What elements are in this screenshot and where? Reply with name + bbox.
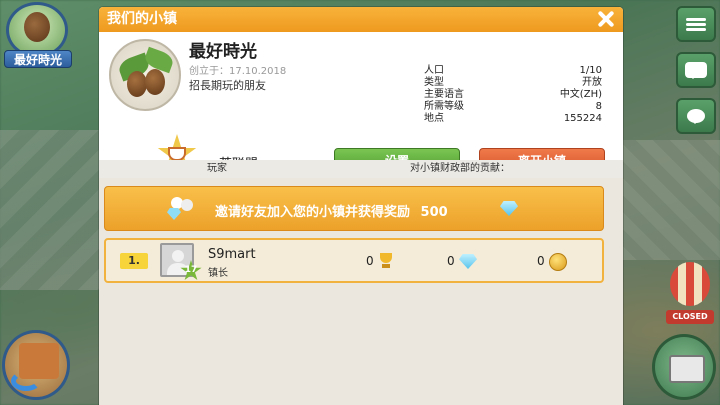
town-badge-label: 最好時光 xyxy=(4,50,72,68)
stat-label: 所需等级 xyxy=(424,101,464,112)
rotate-arrow-icon xyxy=(11,371,41,391)
invite-text: 邀请好友加入您的小镇并获得奖励 xyxy=(215,205,411,220)
created-label: 创立于： xyxy=(189,66,229,77)
stat-value: 开放 xyxy=(582,77,602,88)
house-build-button[interactable] xyxy=(2,330,70,400)
stat-row-required-level: 所需等级 8 xyxy=(424,101,602,113)
background-road xyxy=(0,130,110,290)
member-name: S9mart xyxy=(208,247,256,262)
gem-count: 0 xyxy=(447,254,455,268)
dialog-title-bar: 我们的小镇 xyxy=(99,7,623,32)
gem-icon xyxy=(459,254,477,269)
chat-bubble-icon xyxy=(685,62,707,79)
invite-text-wrap: 邀请好友加入您的小镇并获得奖励 500 xyxy=(215,201,448,220)
contribution-column-header: 对小镇财政部的贡献： xyxy=(410,163,510,174)
dialog-title: 我们的小镇 xyxy=(107,11,177,27)
trophy-count: 0 xyxy=(366,254,374,268)
town-dialog: 我们的小镇 最好時光 创立于：17.10.2018 招長期玩的朋友 人口 1/10… xyxy=(99,7,623,405)
town-emblem xyxy=(109,39,181,111)
invite-friends-button[interactable]: 邀请好友加入您的小镇并获得奖励 500 xyxy=(104,186,604,231)
coin-icon xyxy=(549,253,567,271)
stat-value: 1/10 xyxy=(579,65,602,76)
coffee-bean-icon xyxy=(145,69,165,95)
closed-sign: CLOSED xyxy=(666,310,714,324)
member-level: 17 xyxy=(184,265,198,275)
column-headers: 玩家 对小镇财政部的贡献： xyxy=(99,160,623,178)
stat-row-population: 人口 1/10 xyxy=(424,65,602,77)
town-name: 最好時光 xyxy=(189,42,257,62)
town-header: 最好時光 创立于：17.10.2018 招長期玩的朋友 人口 1/10 类型 开放 … xyxy=(99,32,623,173)
background-road-right xyxy=(620,140,720,260)
created-value: 17.10.2018 xyxy=(229,66,287,77)
player-column-header: 玩家 xyxy=(207,163,227,174)
coffee-bean-icon xyxy=(24,12,50,42)
friends-button[interactable] xyxy=(676,98,716,134)
member-rank: 1. xyxy=(120,253,148,269)
trophy-icon xyxy=(377,253,395,269)
menu-icon xyxy=(686,16,706,33)
stat-label: 类型 xyxy=(424,77,444,88)
coin-count: 0 xyxy=(537,254,545,268)
invite-friends-icon xyxy=(165,195,195,221)
stat-row-type: 类型 开放 xyxy=(424,77,602,89)
stat-row-language: 主要语言 中文(ZH) xyxy=(424,89,602,101)
chat-button[interactable] xyxy=(676,52,716,88)
stat-label: 地点 xyxy=(424,113,444,124)
stat-value: 155224 xyxy=(563,113,602,124)
hot-air-balloon-icon xyxy=(670,262,710,306)
menu-button[interactable] xyxy=(676,6,716,42)
balloon-shop-button[interactable]: CLOSED xyxy=(666,262,714,326)
stat-row-location: 地点 155224 xyxy=(424,113,602,125)
member-list: 邀请好友加入您的小镇并获得奖励 500 1. 17 S9mart 镇长 0 0 … xyxy=(99,178,623,405)
stat-label: 主要语言 xyxy=(424,89,464,100)
created-date: 创立于：17.10.2018 xyxy=(189,62,286,77)
stat-value: 中文(ZH) xyxy=(559,89,602,100)
stat-label: 人口 xyxy=(424,65,444,76)
friends-icon xyxy=(687,109,705,124)
coffee-bean-icon xyxy=(127,71,147,97)
town-badge-button[interactable]: 最好時光 xyxy=(2,2,72,72)
close-icon[interactable] xyxy=(595,8,617,30)
cash-register-icon xyxy=(669,355,705,383)
gem-icon xyxy=(500,201,518,216)
member-row[interactable]: 1. 17 S9mart 镇长 0 0 0 xyxy=(104,238,604,283)
town-stats: 人口 1/10 类型 开放 主要语言 中文(ZH) 所需等级 8 地点 155224 xyxy=(424,65,602,125)
stat-value: 8 xyxy=(595,101,602,112)
invite-reward: 500 xyxy=(420,205,448,220)
town-description: 招長期玩的朋友 xyxy=(189,79,266,92)
teacup-icon xyxy=(168,147,186,161)
cash-register-button[interactable] xyxy=(652,334,716,400)
member-role: 镇长 xyxy=(208,268,228,279)
